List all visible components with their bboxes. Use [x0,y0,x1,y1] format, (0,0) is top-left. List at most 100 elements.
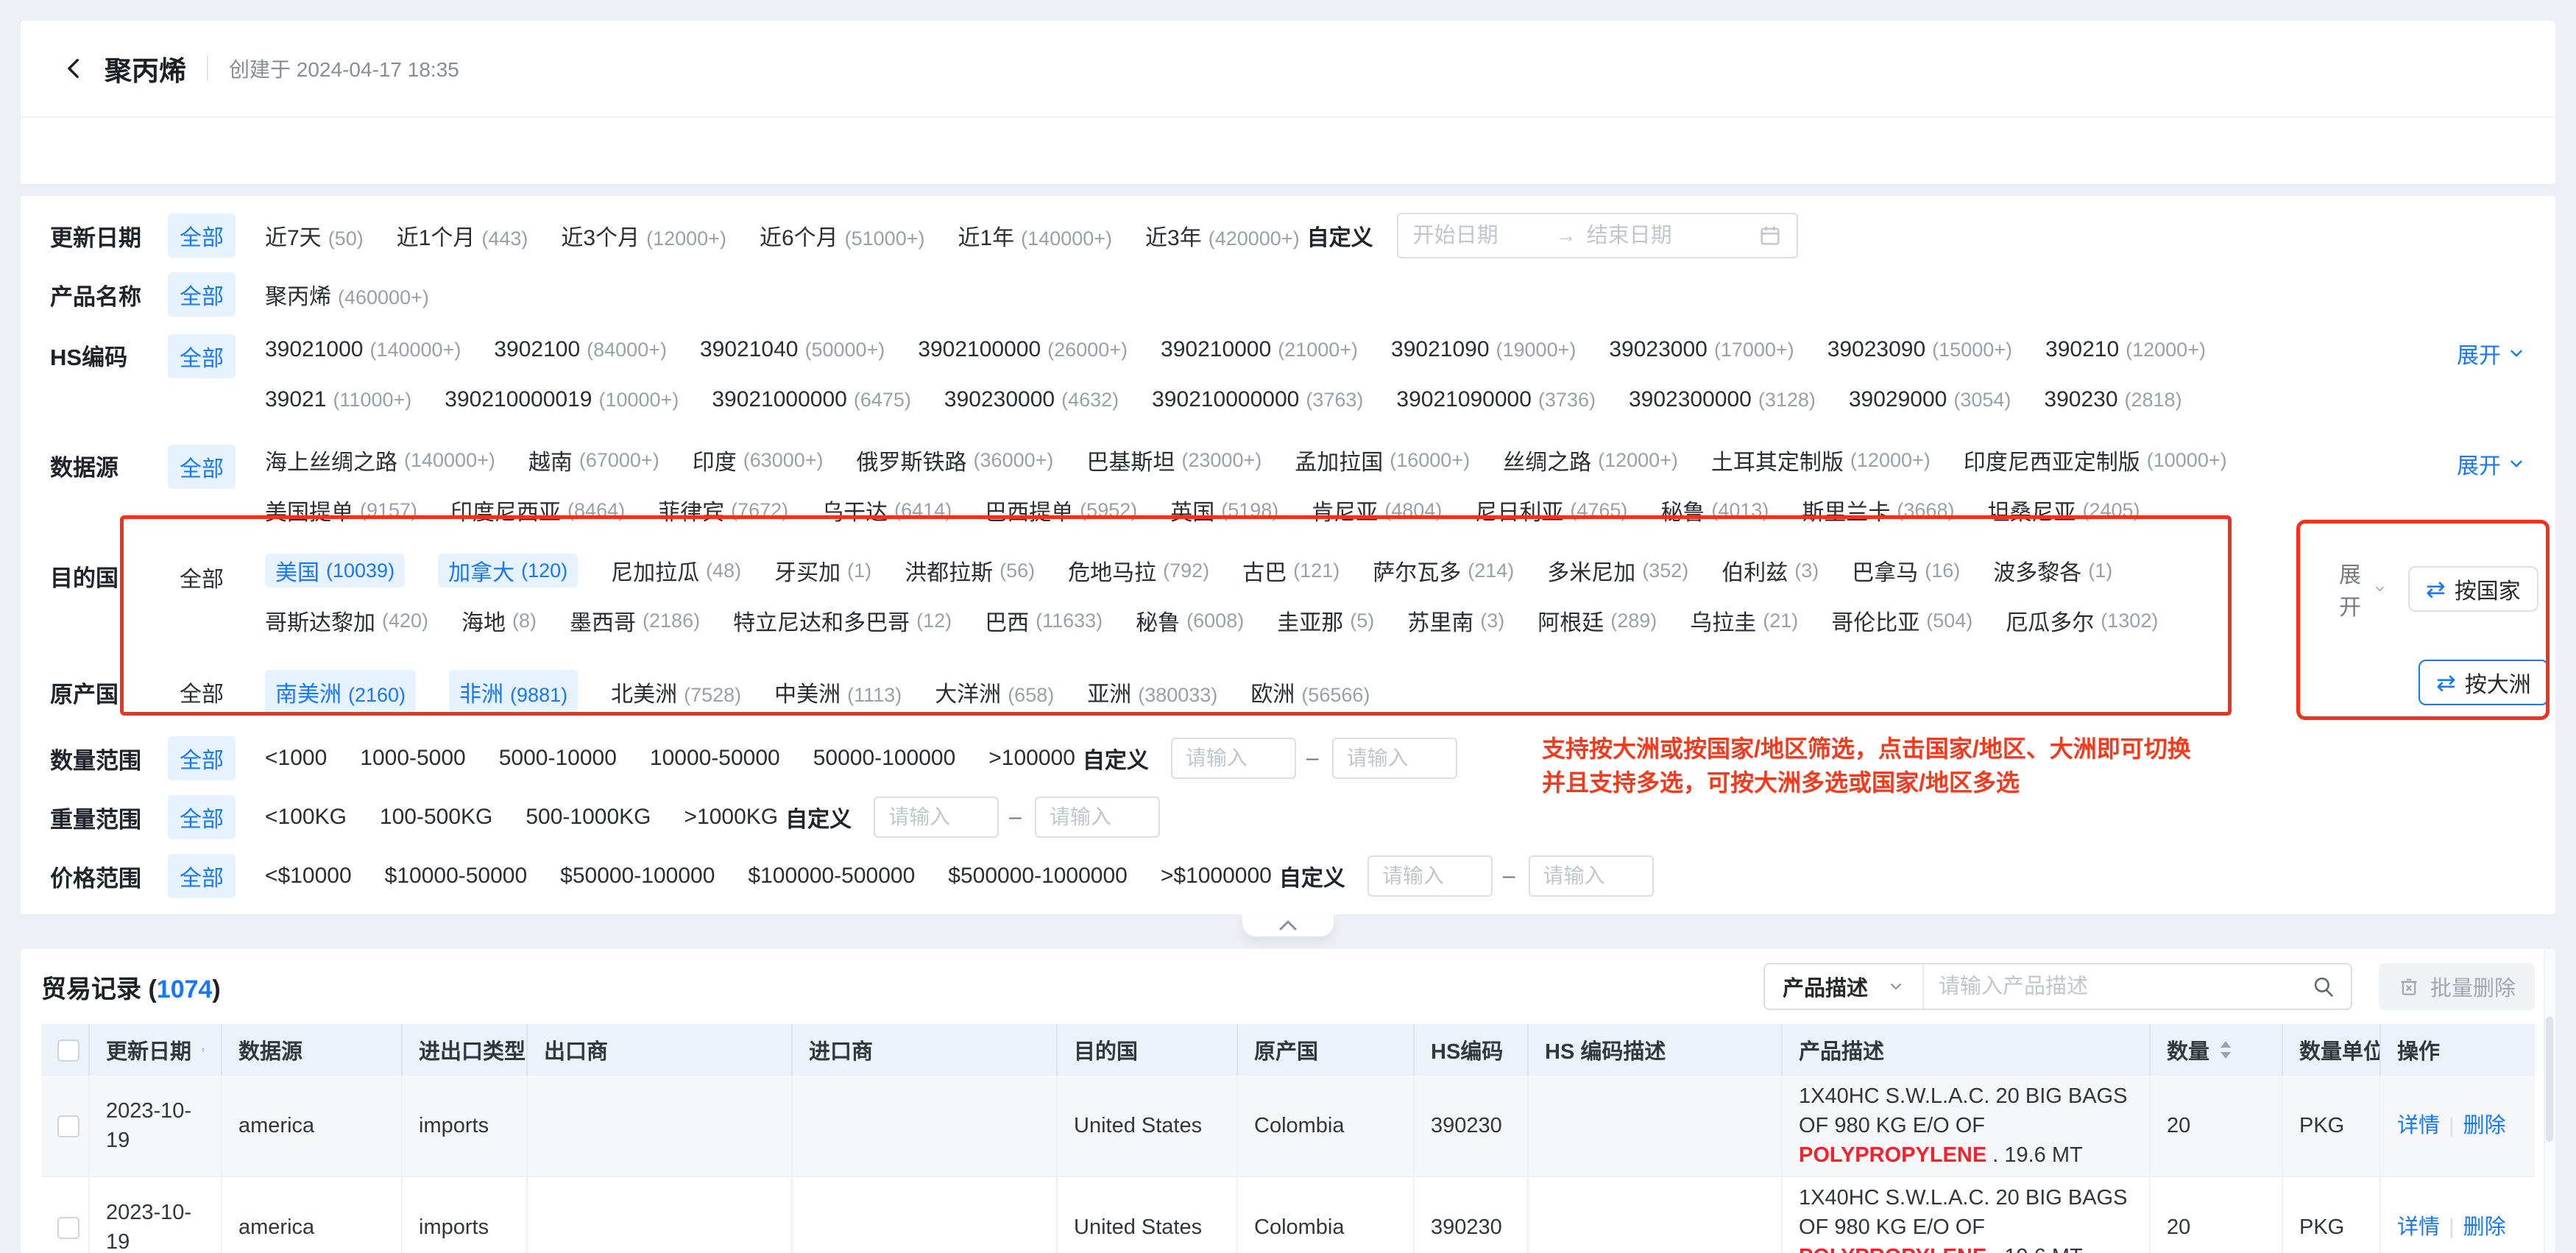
filter-option[interactable]: 海上丝绸之路(140000+) [265,443,495,477]
filter-option-all[interactable]: 全部 [168,854,236,898]
filter-option[interactable]: 特立尼达和多巴哥(12) [733,604,952,638]
filter-option[interactable]: 古巴(121) [1242,554,1340,587]
range-min-input[interactable] [1367,855,1493,897]
filter-option[interactable]: 印度尼西亚(8464) [450,493,625,527]
row-checkbox[interactable] [57,1217,79,1239]
filter-option[interactable]: 巴基斯坦(23000+) [1086,443,1262,477]
filter-option[interactable]: 近7天(50) [265,219,364,252]
filter-option[interactable]: 危地马拉(792) [1068,554,1209,587]
filter-option[interactable]: 南美洲(2160) [265,670,416,714]
filter-option-all[interactable]: 全部 [168,272,236,317]
filter-option[interactable]: 斯里兰卡(3668) [1802,493,1954,527]
filter-option[interactable]: 39021090000(3736) [1396,383,1596,417]
filter-option[interactable]: 萨尔瓦多(214) [1373,554,1514,587]
search-input[interactable] [1924,975,2311,999]
filter-option[interactable]: $50000-100000 [560,864,715,889]
filter-option[interactable]: 秘鲁(4013) [1660,493,1769,527]
filter-option[interactable]: <1000 [265,746,327,771]
filter-option[interactable]: 39021040(50000+) [700,333,885,367]
filter-option[interactable]: 洪都拉斯(56) [905,554,1035,587]
filter-option-all[interactable]: 全部 [168,736,236,780]
filter-option[interactable]: 欧洲(56566) [1250,676,1370,708]
filter-option[interactable]: 近6个月(51000+) [760,219,925,252]
filter-option[interactable]: 390210(12000+) [2045,333,2206,367]
filter-option[interactable]: 秘鲁(6008) [1136,604,1244,638]
filter-option[interactable]: >100000 [988,746,1075,771]
filter-option-all[interactable]: 全部 [168,795,236,839]
filter-option[interactable]: >$1000000 [1161,864,1272,889]
filter-option[interactable]: <$10000 [265,864,352,889]
bulk-delete-button[interactable]: 批量删除 [2379,963,2535,1010]
filter-option[interactable]: $500000-1000000 [948,864,1128,889]
filter-option-all[interactable]: 全部 [168,555,236,599]
collapse-panel-handle[interactable] [1242,914,1334,936]
search-field-selector[interactable]: 产品描述 [1765,964,1924,1009]
filter-option[interactable]: 50000-100000 [813,746,956,771]
filter-option[interactable]: 3902100(84000+) [494,333,667,367]
filter-option[interactable]: 大洋洲(658) [935,676,1054,708]
filter-option[interactable]: $100000-500000 [748,864,915,889]
filter-option[interactable]: 哥斯达黎加(420) [265,604,428,638]
filter-option[interactable]: 39023090(15000+) [1827,333,2012,367]
sort-icon[interactable] [2220,1040,2232,1059]
filter-option[interactable]: 尼日利亚(4765) [1475,493,1627,527]
expand-link[interactable]: 展开 [2457,337,2526,370]
filter-option[interactable]: 近1年(140000+) [958,219,1112,252]
filter-option[interactable]: 墨西哥(2186) [570,604,700,638]
filter-option[interactable]: 39021000000(6475) [712,383,911,417]
filter-option[interactable]: 北美洲(7528) [611,676,741,708]
back-icon[interactable] [62,54,91,83]
filter-option[interactable]: 加拿大(120) [438,554,578,587]
filter-option[interactable]: 巴西提单(5952) [985,493,1137,527]
filter-option[interactable]: 哥伦比亚(504) [1831,604,1972,638]
range-min-input[interactable] [1171,738,1296,779]
filter-option[interactable]: 圭亚那(5) [1277,604,1374,638]
filter-option[interactable]: 非洲(9881) [449,670,578,714]
custom-range-label[interactable]: 自定义 [1279,860,1345,892]
filter-option[interactable]: 丝绸之路(12000+) [1503,443,1678,477]
filter-option[interactable]: 印度尼西亚定制版(10000+) [1964,443,2227,477]
end-date-input[interactable] [1587,224,1719,248]
filter-option[interactable]: 英国(5198) [1170,493,1278,527]
sort-icon[interactable] [202,1040,205,1059]
filter-option[interactable]: 海地(8) [461,604,537,638]
custom-range-label[interactable]: 自定义 [1307,219,1373,252]
filter-option-all[interactable]: 全部 [168,445,236,489]
filter-option[interactable]: 多米尼加(352) [1547,554,1688,587]
filter-option[interactable]: 土耳其定制版(12000+) [1711,443,1931,477]
filter-option[interactable]: 10000-50000 [650,746,780,771]
delete-link[interactable]: 删除 [2463,1215,2506,1239]
filter-option[interactable]: 阿根廷(289) [1538,604,1657,638]
filter-option[interactable]: 390210000000(3763) [1152,383,1363,417]
by-country-button[interactable]: ⇄按国家 [2408,566,2538,612]
filter-option[interactable]: 乌干达(6414) [821,493,952,527]
filter-option[interactable]: 39021(11000+) [265,383,411,417]
filter-option[interactable]: 39021000(140000+) [265,333,461,367]
filter-option[interactable]: 巴拿马(16) [1852,554,1960,587]
filter-option[interactable]: 近3年(420000+) [1145,219,1300,252]
scrollbar-thumb[interactable] [2546,1017,2553,1142]
filter-option[interactable]: 390210000(21000+) [1161,333,1358,367]
custom-range-label[interactable]: 自定义 [785,801,852,833]
filter-option[interactable]: 乌拉圭(21) [1690,604,1798,638]
filter-option[interactable]: 39021090(19000+) [1391,333,1576,367]
filter-option[interactable]: 近1个月(443) [397,219,528,252]
filter-option[interactable]: 聚丙烯(460000+) [265,278,429,311]
filter-option[interactable]: 美国提单(9157) [265,493,417,527]
filter-option[interactable]: 39023000(17000+) [1609,333,1794,367]
filter-option[interactable]: 苏里南(3) [1407,604,1504,638]
table-scrollbar[interactable] [2544,949,2555,1253]
filter-option[interactable]: 美国(10039) [265,554,405,587]
filter-option[interactable]: $10000-50000 [385,864,528,889]
filter-option[interactable]: 亚洲(380033) [1087,676,1217,708]
filter-option[interactable]: <100KG [265,805,347,830]
filter-option[interactable]: 390230000(4632) [944,383,1119,417]
filter-option[interactable]: 3902300000(3128) [1629,383,1816,417]
filter-option[interactable]: 巴西(11633) [985,604,1103,638]
range-min-input[interactable] [874,797,999,838]
filter-option[interactable]: 中美洲(1113) [774,676,902,708]
filter-option[interactable]: >1000KG [684,805,779,830]
filter-option[interactable]: 近3个月(12000+) [561,219,726,252]
detail-link[interactable]: 详情 [2397,1215,2440,1239]
filter-option[interactable]: 39029000(3054) [1849,383,2011,417]
